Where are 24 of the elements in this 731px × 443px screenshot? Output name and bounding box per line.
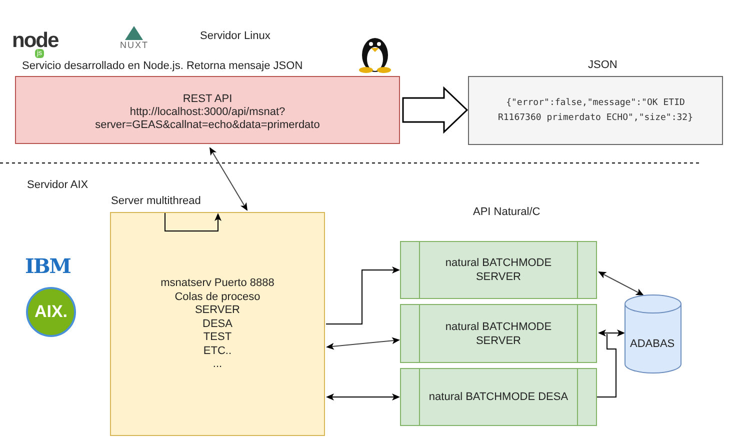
tux-penguin-icon: [359, 38, 391, 73]
connector-arrow: [598, 330, 625, 336]
process-box: natural BATCHMODE DESA: [400, 368, 597, 426]
block-arrow: [402, 86, 468, 134]
process-box: natural BATCHMODE SERVER: [400, 241, 597, 299]
json-box: {"error":false,"message":"OK ETID R1167360 primerdato ECHO","size":32}: [468, 76, 723, 145]
box-label: JSON: [588, 59, 618, 71]
caption-text: Servicio desarrollado en Node.js. Retorna mensaje JSON: [22, 60, 303, 72]
connector-arrow: [598, 272, 644, 296]
nuxt-logo-text: NUXT: [120, 40, 148, 51]
aix-logo-badge: AIX.: [26, 287, 76, 337]
connector-arrow: [210, 147, 248, 211]
database-label: ADABAS: [630, 338, 675, 350]
zone-label: Servidor AIX: [27, 179, 88, 191]
process-box: natural BATCHMODE SERVER: [400, 304, 597, 363]
box-label: Server multithread: [111, 195, 201, 207]
loop-arrow: [164, 212, 222, 232]
rest-api-box: REST API http://localhost:3000/api/msnat? server=GEAS&callnat=echo&data=primerdato: [15, 76, 400, 144]
server-process-box: msnatserv Puerto 8888 Colas de proceso SERVER DESA TEST ETC.. ...: [110, 212, 325, 436]
group-label: API Natural/C: [473, 206, 540, 218]
ibm-logo-text: IBM: [25, 255, 70, 277]
zone-label: Servidor Linux: [200, 30, 270, 42]
triangle-icon: [125, 26, 144, 40]
connector-line: [596, 334, 616, 398]
